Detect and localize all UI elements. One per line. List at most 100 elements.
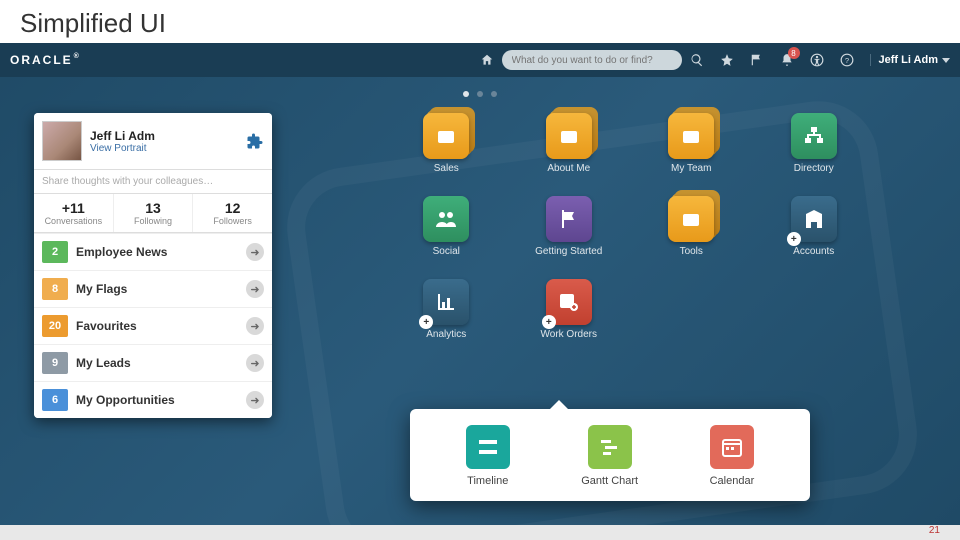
app-tile[interactable]: Directory bbox=[768, 113, 861, 174]
arrow-right-icon: ➜ bbox=[246, 391, 264, 409]
building-icon: + bbox=[791, 196, 837, 242]
app-tile[interactable]: Getting Started bbox=[523, 196, 616, 257]
activity-row[interactable]: 8 My Flags ➜ bbox=[34, 270, 272, 307]
user-menu[interactable]: Jeff Li Adm bbox=[870, 54, 951, 66]
row-label: Favourites bbox=[76, 319, 238, 333]
popup-item[interactable]: Timeline bbox=[466, 425, 510, 487]
tile-label: Work Orders bbox=[541, 329, 598, 340]
row-count-badge: 2 bbox=[42, 241, 68, 263]
org-icon bbox=[791, 113, 837, 159]
folders-icon bbox=[668, 196, 714, 242]
app-tile[interactable]: +Work Orders bbox=[523, 279, 616, 340]
carousel-dot[interactable] bbox=[463, 91, 469, 97]
folders-icon bbox=[668, 113, 714, 159]
chevron-down-icon bbox=[942, 58, 950, 63]
puzzle-icon[interactable] bbox=[246, 132, 264, 150]
share-input[interactable]: Share thoughts with your colleagues… bbox=[34, 170, 272, 194]
wrench-icon: + bbox=[546, 279, 592, 325]
search-box bbox=[502, 50, 682, 70]
stat-item[interactable]: 13Following bbox=[114, 194, 194, 232]
arrow-right-icon: ➜ bbox=[246, 280, 264, 298]
popup-label: Calendar bbox=[710, 475, 755, 487]
stat-label: Conversations bbox=[34, 216, 113, 226]
tile-label: Tools bbox=[680, 246, 703, 257]
popup-item[interactable]: Gantt Chart bbox=[581, 425, 638, 487]
stat-item[interactable]: +11Conversations bbox=[34, 194, 114, 232]
carousel-dots bbox=[0, 91, 960, 97]
plus-badge: + bbox=[542, 315, 556, 329]
row-count-badge: 9 bbox=[42, 352, 68, 374]
activity-row[interactable]: 2 Employee News ➜ bbox=[34, 233, 272, 270]
flag-icon bbox=[546, 196, 592, 242]
gantt-icon bbox=[588, 425, 632, 469]
timeline-icon bbox=[466, 425, 510, 469]
tile-label: My Team bbox=[671, 163, 711, 174]
tile-label: Directory bbox=[794, 163, 834, 174]
notification-badge: 8 bbox=[788, 47, 800, 59]
stat-value: 12 bbox=[193, 200, 272, 216]
oracle-logo: ORACLE bbox=[10, 53, 81, 67]
profile-header: Jeff Li Adm View Portrait bbox=[34, 113, 272, 170]
carousel-dot[interactable] bbox=[491, 91, 497, 97]
app-tile[interactable]: About Me bbox=[523, 113, 616, 174]
app-screenshot: ORACLE 8 ? Jeff Li Adm Jeff Li Adm View … bbox=[0, 43, 960, 525]
username-label: Jeff Li Adm bbox=[879, 54, 939, 66]
bell-icon[interactable]: 8 bbox=[776, 49, 798, 71]
row-count-badge: 6 bbox=[42, 389, 68, 411]
plus-badge: + bbox=[419, 315, 433, 329]
activity-row[interactable]: 9 My Leads ➜ bbox=[34, 344, 272, 381]
chart-icon: + bbox=[423, 279, 469, 325]
app-tiles-grid: Sales About Me My Team Directory Social Getti… bbox=[400, 113, 860, 340]
help-icon[interactable]: ? bbox=[836, 49, 858, 71]
row-count-badge: 8 bbox=[42, 278, 68, 300]
calendar-icon bbox=[710, 425, 754, 469]
tile-label: Sales bbox=[434, 163, 459, 174]
app-tile[interactable]: My Team bbox=[645, 113, 738, 174]
activity-list: 2Employee News➜8My Flags➜20Favourites➜9M… bbox=[34, 233, 272, 418]
tile-label: Getting Started bbox=[535, 246, 602, 257]
row-label: My Opportunities bbox=[76, 393, 238, 407]
accessibility-icon[interactable] bbox=[806, 49, 828, 71]
view-portrait-link[interactable]: View Portrait bbox=[90, 143, 238, 154]
svg-text:?: ? bbox=[844, 56, 848, 65]
activity-row[interactable]: 20 Favourites ➜ bbox=[34, 307, 272, 344]
arrow-right-icon: ➜ bbox=[246, 243, 264, 261]
topbar: ORACLE 8 ? Jeff Li Adm bbox=[0, 43, 960, 77]
stat-value: +11 bbox=[34, 200, 113, 216]
arrow-right-icon: ➜ bbox=[246, 354, 264, 372]
row-label: My Leads bbox=[76, 356, 238, 370]
app-tile[interactable]: + Accounts bbox=[768, 196, 861, 257]
tile-label: Social bbox=[433, 246, 460, 257]
page-number: 21 bbox=[929, 525, 940, 536]
row-label: Employee News bbox=[76, 245, 238, 259]
app-tile[interactable]: Tools bbox=[645, 196, 738, 257]
arrow-right-icon: ➜ bbox=[246, 317, 264, 335]
popup-label: Gantt Chart bbox=[581, 475, 638, 487]
app-tile[interactable]: Sales bbox=[400, 113, 493, 174]
stat-label: Followers bbox=[193, 216, 272, 226]
tile-label: Accounts bbox=[793, 246, 834, 257]
slide-title: Simplified UI bbox=[0, 0, 960, 43]
search-input[interactable] bbox=[502, 50, 682, 70]
popup-item[interactable]: Calendar bbox=[710, 425, 755, 487]
row-count-badge: 20 bbox=[42, 315, 68, 337]
people-icon bbox=[423, 196, 469, 242]
app-tile[interactable]: Social bbox=[400, 196, 493, 257]
carousel-dot[interactable] bbox=[477, 91, 483, 97]
popup-label: Timeline bbox=[467, 475, 508, 487]
folders-icon bbox=[423, 113, 469, 159]
home-icon[interactable] bbox=[476, 49, 498, 71]
row-label: My Flags bbox=[76, 282, 238, 296]
search-icon[interactable] bbox=[686, 49, 708, 71]
tile-label: Analytics bbox=[426, 329, 466, 340]
star-icon[interactable] bbox=[716, 49, 738, 71]
activity-row[interactable]: 6 My Opportunities ➜ bbox=[34, 381, 272, 418]
folders-icon bbox=[546, 113, 592, 159]
work-orders-popup: Timeline Gantt Chart Calendar bbox=[410, 409, 810, 501]
profile-card: Jeff Li Adm View Portrait Share thoughts… bbox=[34, 113, 272, 418]
flag-icon[interactable] bbox=[746, 49, 768, 71]
stats-row: +11Conversations13Following12Followers bbox=[34, 194, 272, 233]
stat-item[interactable]: 12Followers bbox=[193, 194, 272, 232]
app-tile[interactable]: +Analytics bbox=[400, 279, 493, 340]
profile-name: Jeff Li Adm bbox=[90, 129, 238, 143]
